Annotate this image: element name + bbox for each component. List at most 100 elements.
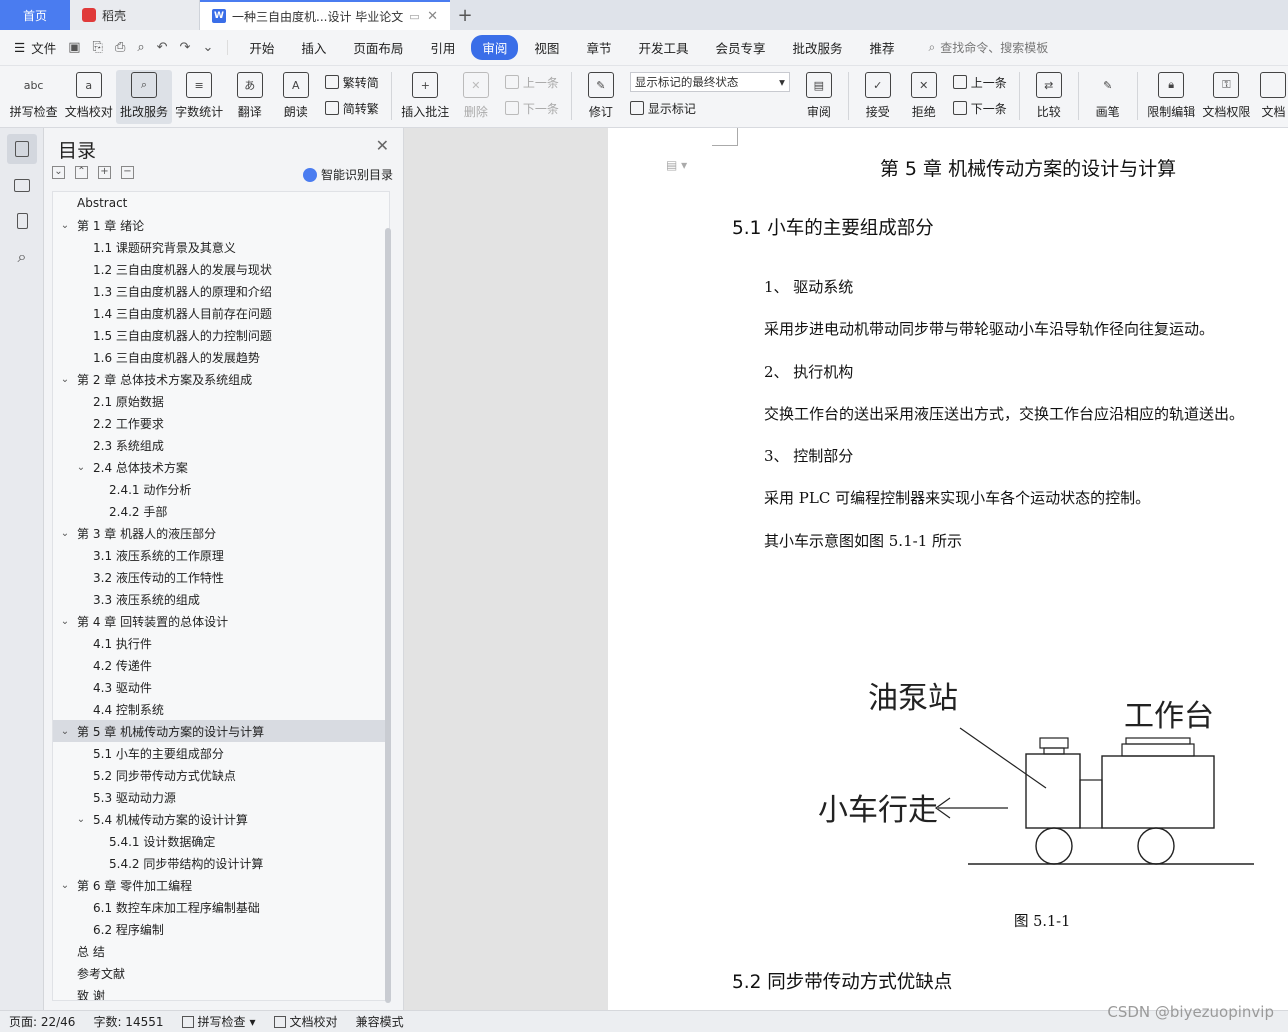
tab-daoke[interactable]: 稻壳 [70,0,200,30]
toc-item[interactable]: 1.1 课题研究背景及其意义 [53,236,389,258]
translate-button[interactable]: あ 翻译 [227,70,273,124]
toc-item[interactable]: 1.2 三自由度机器人的发展与现状 [53,258,389,280]
doc-proof-status[interactable]: 文档校对 [265,1013,347,1030]
add-heading-icon[interactable]: + [98,166,111,179]
new-tab-button[interactable]: + [450,0,480,30]
spell-check-status[interactable]: 拼写检查 ▾ [173,1013,265,1030]
command-search[interactable]: ⌕ 查找命令、搜索模板 [929,39,1049,56]
close-tab-icon[interactable]: ✕ [427,9,438,24]
toc-item[interactable]: 3.2 液压传动的工作特性 [53,566,389,588]
document-page[interactable]: ▤ ▾ 第 5 章 机械传动方案的设计与计算 5.1 小车的主要组成部分 1、 … [608,128,1288,1010]
menu-tab-8[interactable]: 会员专享 [704,35,776,60]
chapter-nav-button[interactable] [7,170,37,200]
menu-tab-2[interactable]: 页面布局 [342,35,414,60]
chevron-down-icon[interactable]: ⌄ [75,814,87,825]
more-chevron-icon[interactable]: ⌄ [202,40,213,55]
trad-to-simp-button[interactable]: 繁转简 [324,72,379,92]
next-comment-button[interactable]: 下一条 [504,98,559,118]
toc-scrollbar[interactable] [385,228,391,1003]
accept-button[interactable]: ✓ 接受 [855,70,901,124]
doc-more-button[interactable]: 文档 [1254,70,1288,124]
toc-item[interactable]: 5.4.2 同步带结构的设计计算 [53,852,389,874]
toc-item[interactable]: 2.2 工作要求 [53,412,389,434]
next-change-button[interactable]: 下一条 [952,98,1007,118]
toc-item[interactable]: ⌄ 第 3 章 机器人的液压部分 [53,522,389,544]
menu-tab-4[interactable]: 审阅 [471,35,519,60]
prev-change-button[interactable]: 上一条 [952,72,1007,92]
menu-tab-0[interactable]: 开始 [238,35,285,60]
menu-tab-1[interactable]: 插入 [290,35,337,60]
toc-item[interactable]: ⌄ 第 5 章 机械传动方案的设计与计算 [53,720,389,742]
menu-tab-7[interactable]: 开发工具 [627,35,699,60]
toc-item[interactable]: ⌄ 5.4 机械传动方案的设计计算 [53,808,389,830]
screen-icon[interactable]: ▭ [409,10,419,23]
toc-panel-button[interactable] [7,134,37,164]
reject-button[interactable]: ✕ 拒绝 [901,70,947,124]
doc-permission-button[interactable]: ⚿ 文档权限 [1199,70,1254,124]
toc-item[interactable]: 2.3 系统组成 [53,434,389,456]
toc-item[interactable]: 1.5 三自由度机器人的力控制问题 [53,324,389,346]
toc-item[interactable]: 2.4.2 手部 [53,500,389,522]
toc-item[interactable]: 总 结 [53,940,389,962]
toc-item[interactable]: 致 谢 [53,984,389,1001]
print-icon[interactable]: ⎙ [115,40,125,55]
menu-tab-9[interactable]: 批改服务 [781,35,853,60]
pen-button[interactable]: ✎ 画笔 [1085,70,1131,124]
find-button[interactable]: ⌕ [7,242,37,272]
read-aloud-button[interactable]: A 朗读 [273,70,319,124]
doc-proof-button[interactable]: a 文档校对 [61,70,116,124]
chevron-down-icon[interactable]: ⌄ [59,220,71,231]
smart-toc-button[interactable]: 智能识别目录 [302,166,393,183]
tab-home[interactable]: 首页 [0,0,70,30]
toc-item[interactable]: 1.6 三自由度机器人的发展趋势 [53,346,389,368]
word-count-button[interactable]: ≡ 字数统计 [172,70,227,124]
expand-up-icon[interactable]: ⌃ [75,166,88,179]
toc-item[interactable]: 3.1 液压系统的工作原理 [53,544,389,566]
chevron-down-icon[interactable]: ⌄ [59,616,71,627]
toc-item[interactable]: 2.1 原始数据 [53,390,389,412]
review-pane-button[interactable]: ▤ 审阅 [796,70,842,124]
file-menu[interactable]: ☰ 文件 [0,38,68,57]
tab-document[interactable]: W 一种三自由度机...设计 毕业论文 ▭ ✕ [200,0,450,30]
toc-item[interactable]: 参考文献 [53,962,389,984]
menu-tab-6[interactable]: 章节 [575,35,622,60]
track-changes-button[interactable]: ✎ 修订 [578,70,624,124]
review-service-button[interactable]: ⌕ 批改服务 [116,70,172,124]
bookmark-button[interactable] [7,206,37,236]
export-icon[interactable]: ⎘ [93,40,103,55]
toc-item[interactable]: 5.2 同步带传动方式优缺点 [53,764,389,786]
redo-icon[interactable]: ↷ [180,40,191,55]
preview-icon[interactable]: ⌕ [137,40,144,55]
toc-item[interactable]: 5.1 小车的主要组成部分 [53,742,389,764]
chevron-down-icon[interactable]: ⌄ [59,880,71,891]
toc-item[interactable]: 4.4 控制系统 [53,698,389,720]
chevron-down-icon[interactable]: ⌄ [59,528,71,539]
toc-item[interactable]: 4.3 驱动件 [53,676,389,698]
chevron-down-icon[interactable]: ⌄ [59,374,71,385]
toc-item[interactable]: ⌄ 第 4 章 回转装置的总体设计 [53,610,389,632]
collapse-all-icon[interactable]: ⌄ [52,166,65,179]
toc-item[interactable]: 4.2 传递件 [53,654,389,676]
toc-item[interactable]: 3.3 液压系统的组成 [53,588,389,610]
toc-item[interactable]: 1.3 三自由度机器人的原理和介绍 [53,280,389,302]
toc-item[interactable]: 1.4 三自由度机器人目前存在问题 [53,302,389,324]
chevron-down-icon[interactable]: ⌄ [59,726,71,737]
toc-item[interactable]: 6.1 数控车床加工程序编制基础 [53,896,389,918]
delete-comment-button[interactable]: ✕ 删除 [453,70,499,124]
toc-item[interactable]: 4.1 执行件 [53,632,389,654]
chevron-down-icon[interactable]: ⌄ [75,462,87,473]
simp-to-trad-button[interactable]: 简转繁 [324,98,379,118]
toc-item[interactable]: Abstract [53,192,389,214]
save-icon[interactable]: ▣ [68,40,80,55]
toc-item[interactable]: 5.3 驱动动力源 [53,786,389,808]
show-markup-button[interactable]: 显示标记 [629,98,790,118]
word-count-indicator[interactable]: 字数: 14551 [84,1013,172,1030]
restrict-editing-button[interactable]: 🔒︎ 限制编辑 [1144,70,1199,124]
toc-item[interactable]: 2.4.1 动作分析 [53,478,389,500]
toc-item[interactable]: 5.4.1 设计数据确定 [53,830,389,852]
undo-icon[interactable]: ↶ [157,40,168,55]
insert-comment-button[interactable]: + 插入批注 [398,70,453,124]
remove-heading-icon[interactable]: − [121,166,134,179]
prev-comment-button[interactable]: 上一条 [504,72,559,92]
menu-tab-5[interactable]: 视图 [523,35,570,60]
